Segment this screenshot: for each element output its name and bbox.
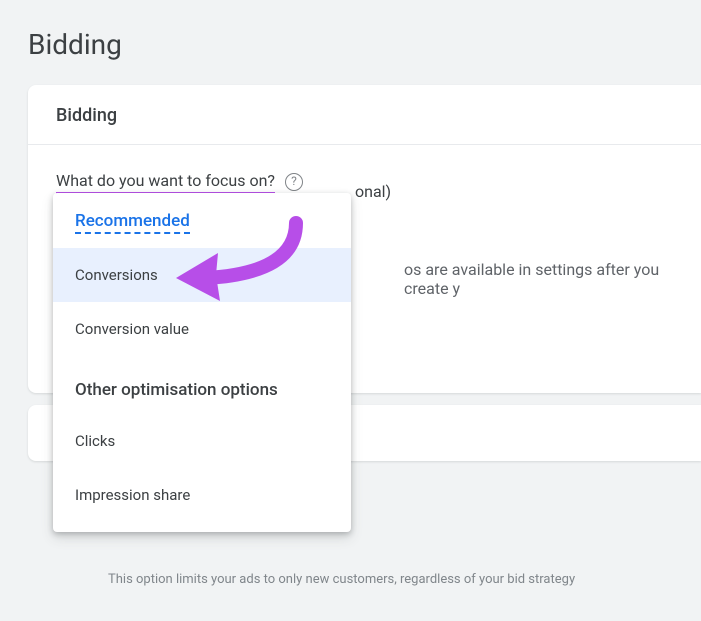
focus-question: What do you want to focus on? bbox=[56, 171, 275, 195]
dropdown-item-clicks[interactable]: Clicks bbox=[53, 414, 351, 468]
card-header: Bidding bbox=[28, 85, 701, 145]
focus-dropdown: Recommended Conversions Conversion value… bbox=[53, 193, 351, 532]
other-section-label: Other optimisation options bbox=[53, 356, 351, 414]
dropdown-item-impression-share[interactable]: Impression share bbox=[53, 468, 351, 522]
page-title: Bidding bbox=[0, 0, 701, 85]
dropdown-item-label: Conversion value bbox=[75, 320, 189, 338]
help-icon[interactable]: ? bbox=[285, 173, 303, 191]
dropdown-item-label: Clicks bbox=[75, 432, 115, 450]
recommended-section-label: Recommended bbox=[53, 193, 351, 248]
dropdown-item-conversion-value[interactable]: Conversion value bbox=[53, 302, 351, 356]
settings-hint-fragment: os are available in settings after you c… bbox=[404, 260, 701, 298]
optional-text-fragment: onal) bbox=[355, 182, 391, 201]
recommended-label: Recommended bbox=[75, 211, 190, 234]
dropdown-item-label: Impression share bbox=[75, 486, 190, 504]
new-customers-hint: This option limits your ads to only new … bbox=[108, 572, 575, 587]
dropdown-item-label: Conversions bbox=[75, 266, 158, 284]
dropdown-item-conversions[interactable]: Conversions bbox=[53, 248, 351, 302]
